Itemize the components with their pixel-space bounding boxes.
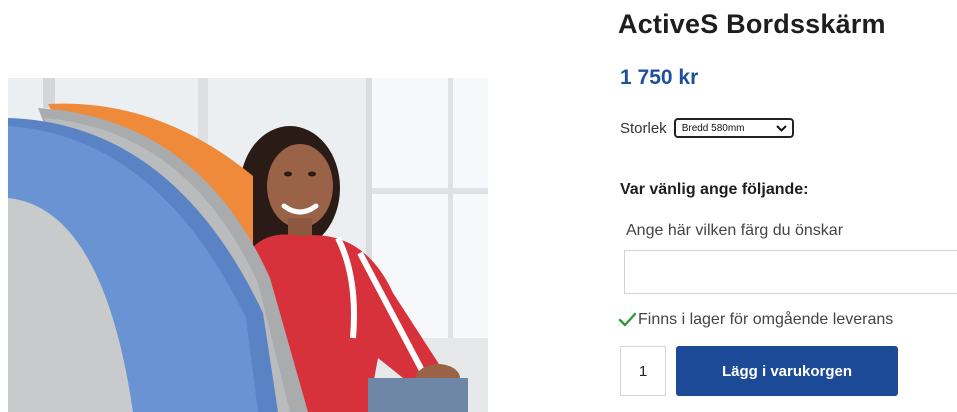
product-photo [8,78,488,412]
color-input[interactable] [624,250,957,294]
product-price: 1 750 kr [620,66,699,89]
size-label: Storlek [620,119,667,137]
size-select[interactable]: Bredd 580mm [673,118,794,138]
color-field-label: Ange här vilken färg du önskar [626,222,844,239]
product-image[interactable] [8,78,488,412]
add-to-cart-button[interactable]: Lägg i varukorgen [676,346,898,396]
stock-text: Finns i lager för omgående leverans [638,311,894,328]
size-selected-value: Bredd 580mm [681,122,745,134]
product-title: ActiveS Bordsskärm [618,9,886,39]
checkmark-icon [618,312,637,328]
quantity-input[interactable]: 1 [620,346,666,396]
product-info: ActiveS Bordsskärm 1 750 kr Storlek Bred… [618,0,957,412]
size-selector-row: Storlek Bredd 580mm [620,117,794,139]
chevron-down-icon [776,123,788,133]
options-heading: Var vänlig ange följande: [620,181,809,198]
stock-status: Finns i lager för omgående leverans [618,311,893,329]
